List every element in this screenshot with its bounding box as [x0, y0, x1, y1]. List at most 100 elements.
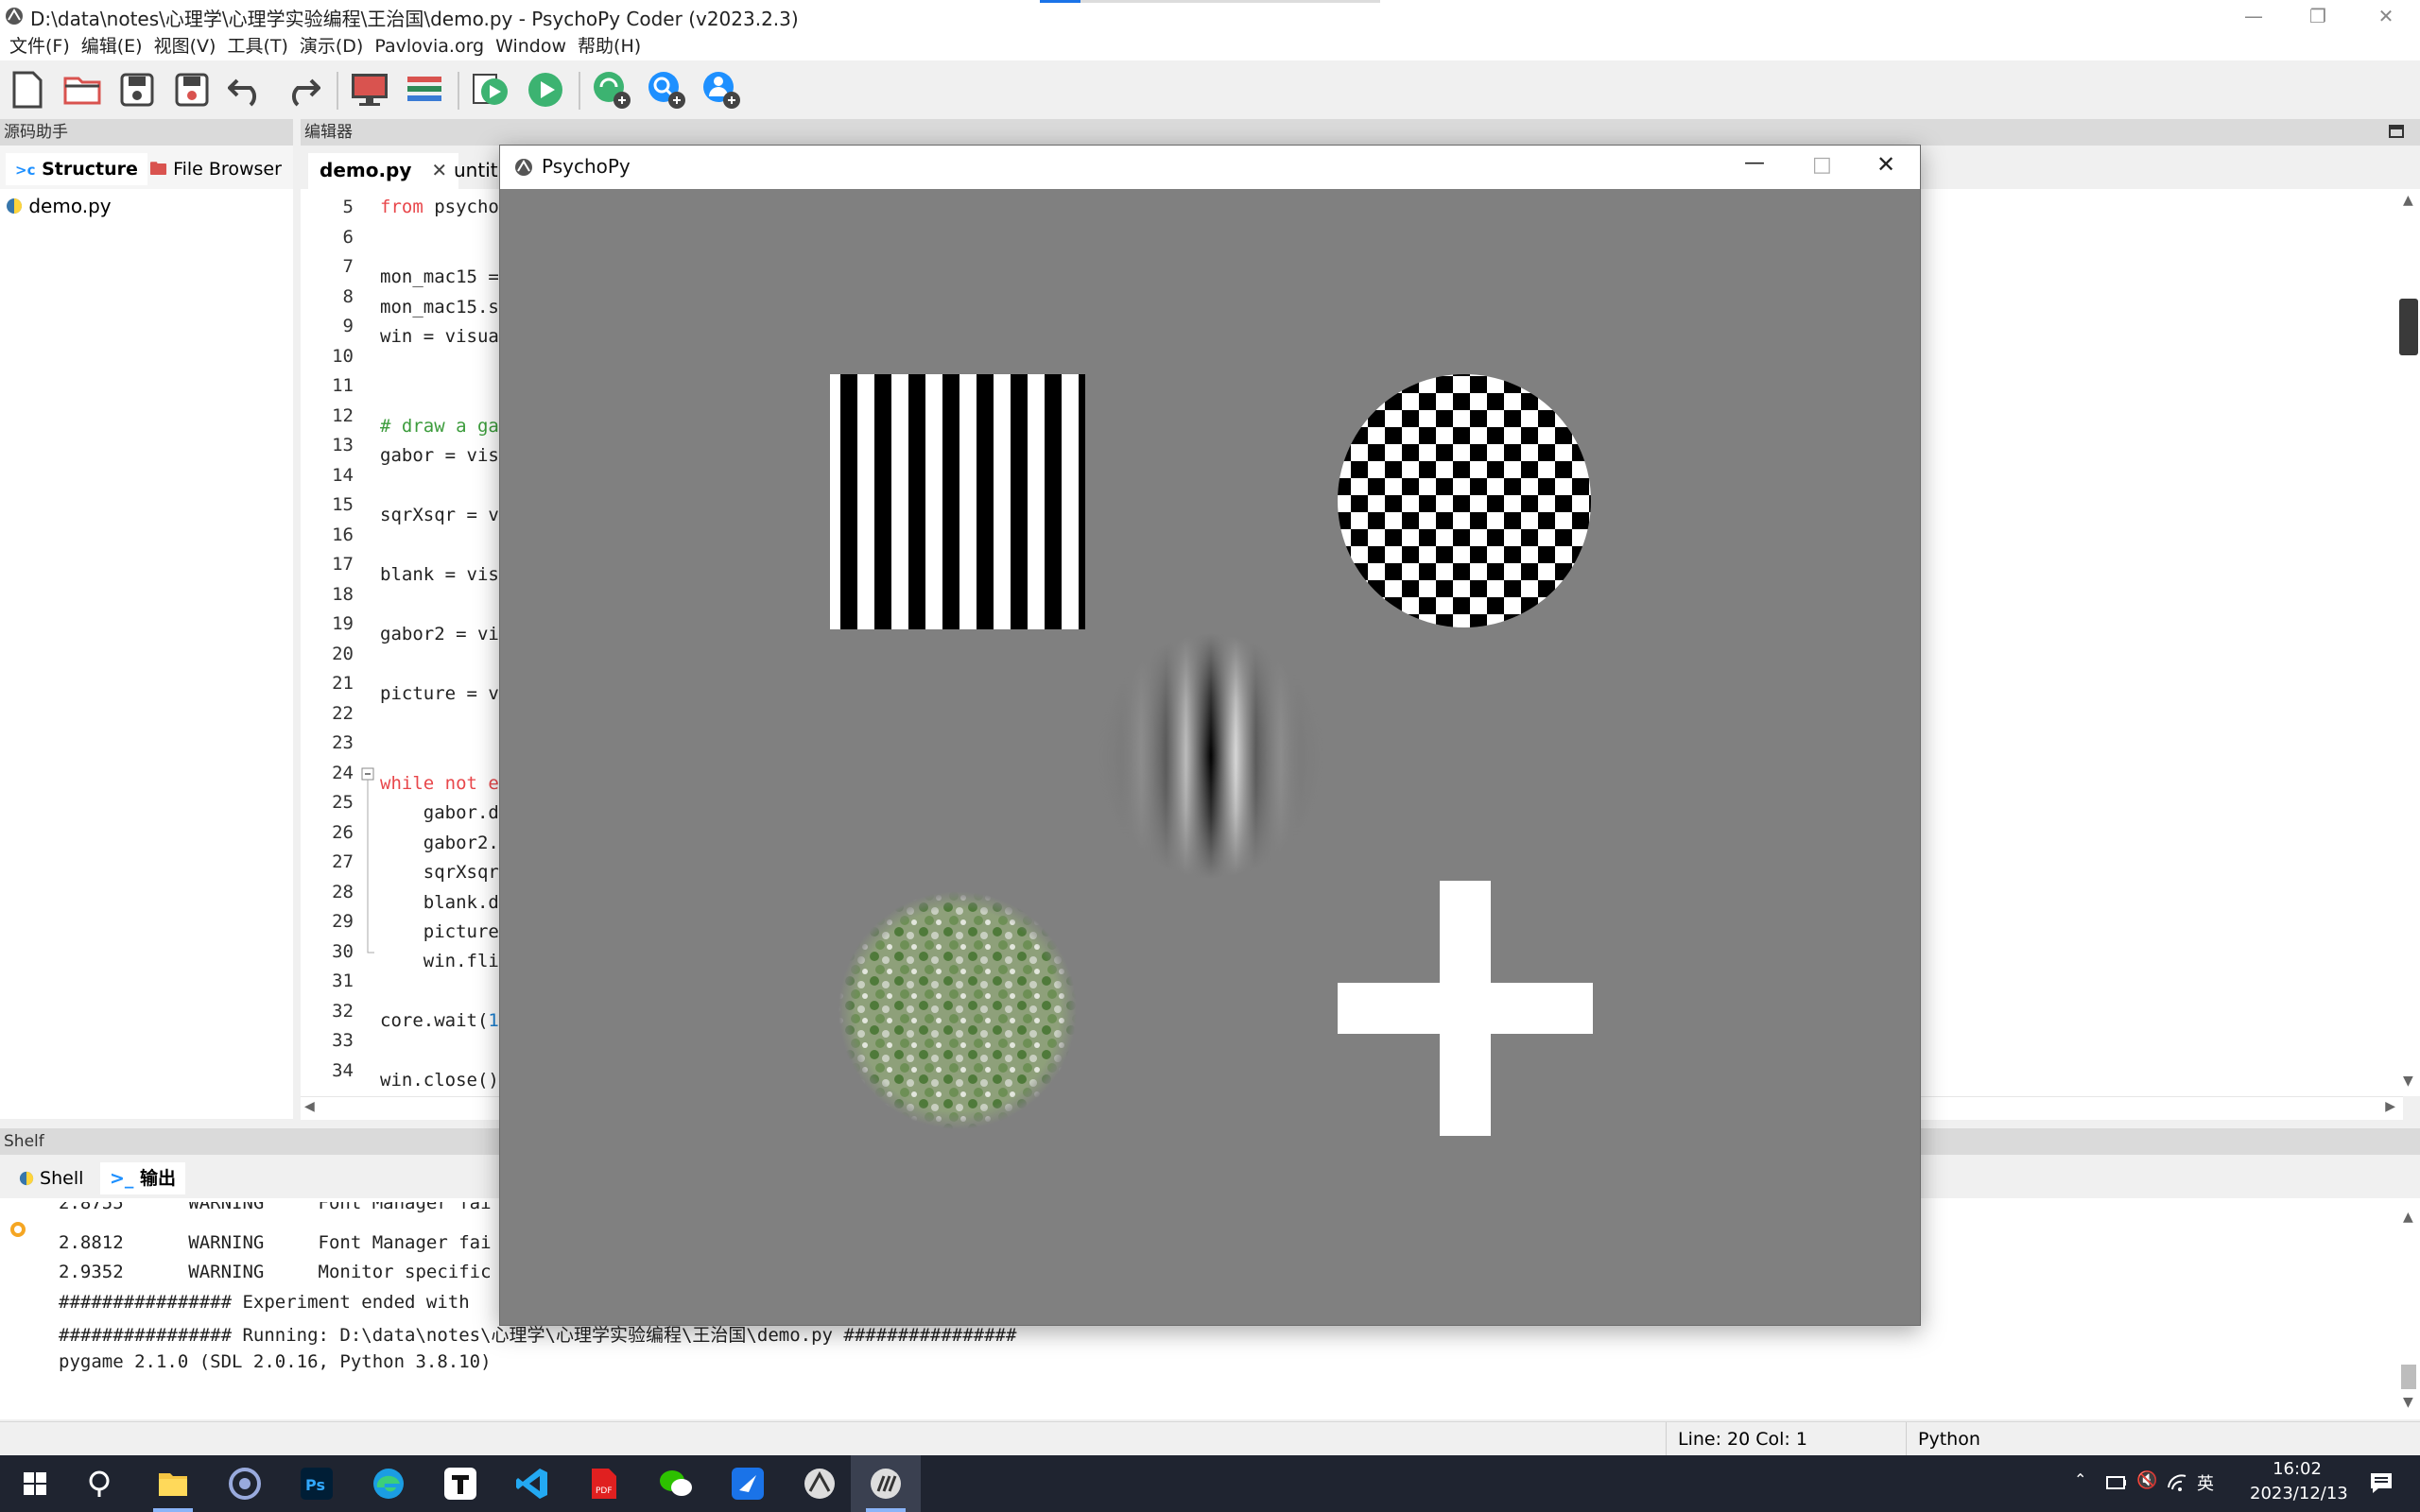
volume-muted-icon[interactable]: 🔇 — [2136, 1470, 2157, 1490]
line-number: 10 — [332, 345, 354, 367]
scroll-down-icon[interactable]: ▼ — [2403, 1074, 2413, 1089]
psychopy-maximize-button[interactable]: □ — [1812, 153, 1832, 177]
close-button[interactable]: ✕ — [2354, 0, 2418, 34]
edge-button[interactable] — [354, 1455, 424, 1512]
scroll-right-icon[interactable]: ▶ — [2385, 1099, 2395, 1114]
psychopy-button[interactable] — [785, 1455, 855, 1512]
maximize-pane-icon[interactable] — [2388, 123, 2405, 140]
code-line-12: # draw a ga — [380, 416, 499, 437]
line-number: 21 — [332, 673, 354, 694]
code-line-13: gabor = vis — [380, 445, 499, 466]
wifi-icon[interactable] — [2167, 1472, 2187, 1493]
tab-structure-label: Structure — [42, 159, 138, 180]
line-number: 16 — [332, 524, 354, 545]
editor-vertical-scrollbar[interactable]: ▲ ▼ — [2397, 189, 2420, 1096]
fold-marker[interactable] — [361, 767, 374, 956]
pavlovia-user-button[interactable] — [698, 66, 745, 113]
scroll-down-icon[interactable]: ▼ — [2403, 1395, 2413, 1410]
start-button[interactable] — [0, 1455, 70, 1512]
progress-fill — [1040, 0, 1081, 3]
menu-view[interactable]: 视图(V) — [152, 34, 226, 60]
new-file-button[interactable] — [4, 66, 51, 113]
scroll-thumb[interactable] — [2399, 299, 2418, 355]
tab-shell[interactable]: Shell — [9, 1162, 93, 1194]
tab-demo-py[interactable]: demo.py ✕ — [308, 153, 459, 189]
scroll-up-icon[interactable]: ▲ — [2403, 193, 2413, 208]
save-as-icon — [175, 73, 209, 107]
tree-item-demo-py[interactable]: demo.py — [6, 195, 112, 217]
pavlovia-search-button[interactable] — [643, 66, 690, 113]
svg-text:Ps: Ps — [305, 1476, 325, 1494]
notification-icon[interactable] — [2369, 1470, 2394, 1495]
menu-file[interactable]: 文件(F) — [8, 34, 79, 60]
toolbar — [0, 60, 2420, 119]
tab-output[interactable]: >_ 输出 — [100, 1162, 186, 1194]
menu-tools[interactable]: 工具(T) — [225, 34, 297, 60]
open-file-button[interactable] — [59, 66, 106, 113]
tab-file-browser[interactable]: 🖿 File Browser — [140, 153, 291, 185]
scroll-thumb[interactable] — [2401, 1365, 2416, 1389]
line-number: 22 — [332, 702, 354, 724]
scroll-up-icon[interactable]: ▲ — [2403, 1210, 2413, 1225]
output-line: ################ Experiment ended with — [59, 1292, 470, 1313]
menu-help[interactable]: 帮助(H) — [576, 34, 650, 60]
title-progress-bar — [1040, 0, 1380, 3]
psychopy-close-button[interactable]: ✕ — [1876, 151, 1895, 178]
folder-icon: 🖿 — [149, 159, 168, 180]
pdf-reader-button[interactable]: PDF — [569, 1455, 639, 1512]
psychopy-title-bar[interactable]: PsychoPy — □ ✕ — [500, 146, 1920, 189]
wechat-button[interactable] — [641, 1455, 711, 1512]
code-line-8: mon_mac15.s — [380, 297, 499, 318]
file-explorer-button[interactable] — [138, 1455, 208, 1512]
minimize-button[interactable]: — — [2221, 0, 2286, 34]
battery-icon[interactable] — [2106, 1474, 2127, 1491]
ime-indicator[interactable]: 英 — [2197, 1470, 2214, 1495]
tab-structure[interactable]: >c Structure — [6, 153, 147, 185]
search-button[interactable] — [66, 1455, 136, 1512]
psychopy-window[interactable]: PsychoPy — □ ✕ — [499, 145, 1921, 1326]
pavlovia-sync-button[interactable] — [588, 66, 635, 113]
app-button[interactable] — [210, 1455, 280, 1512]
wechat-icon — [660, 1470, 692, 1496]
typora-button[interactable] — [425, 1455, 495, 1512]
redo-button[interactable] — [278, 66, 325, 113]
clock-time[interactable]: 16:02 — [2250, 1459, 2344, 1479]
scroll-left-icon[interactable]: ◀ — [304, 1099, 315, 1114]
tree-item-label: demo.py — [28, 195, 112, 217]
builder-button[interactable] — [401, 66, 448, 113]
pavlovia-search-icon — [648, 72, 685, 109]
cursor-position: Line: 20 Col: 1 — [1666, 1422, 1918, 1456]
menu-pavlovia[interactable]: Pavlovia.org — [372, 34, 493, 60]
shelf-vertical-scrollbar[interactable]: ▲ ▼ — [2397, 1210, 2420, 1418]
run-experiment-button[interactable] — [467, 66, 514, 113]
menu-demos[interactable]: 演示(D) — [298, 34, 372, 60]
undo-button[interactable] — [223, 66, 270, 113]
psychopy-minimize-button[interactable]: — — [1744, 151, 1765, 175]
monitor-center-button[interactable] — [346, 66, 393, 113]
clock-date[interactable]: 2023/12/13 — [2250, 1484, 2348, 1503]
typora-icon — [444, 1468, 476, 1500]
psychopy-coder-button[interactable] — [851, 1455, 921, 1512]
pavlovia-sync-icon — [594, 72, 631, 109]
line-number: 20 — [332, 643, 354, 664]
run-button[interactable] — [522, 66, 569, 113]
gabor-stim — [1086, 624, 1336, 888]
run-icon — [528, 73, 562, 107]
save-button[interactable] — [113, 66, 161, 113]
feishu-button[interactable] — [713, 1455, 783, 1512]
user-icon — [703, 72, 740, 109]
window-title: D:\data\notes\心理学\心理学实验编程\王治国\demo.py - … — [30, 8, 799, 30]
psychopy-icon — [804, 1469, 835, 1499]
restore-button[interactable]: ❐ — [2286, 0, 2350, 34]
code-line-19: gabor2 = vi — [380, 624, 499, 644]
menu-edit[interactable]: 编辑(E) — [79, 34, 152, 60]
chevron-up-icon[interactable]: ⌃ — [2074, 1470, 2086, 1488]
monitor-icon — [352, 74, 388, 106]
vscode-button[interactable] — [497, 1455, 567, 1512]
save-icon — [120, 73, 154, 107]
taskbar: Ps PDF ⌃ 🔇 英 16:02 2023/12/13 — [0, 1455, 2420, 1512]
line-number: 12 — [332, 404, 354, 426]
photoshop-button[interactable]: Ps — [282, 1455, 352, 1512]
menu-window[interactable]: Window — [493, 34, 576, 60]
save-as-button[interactable] — [168, 66, 216, 113]
